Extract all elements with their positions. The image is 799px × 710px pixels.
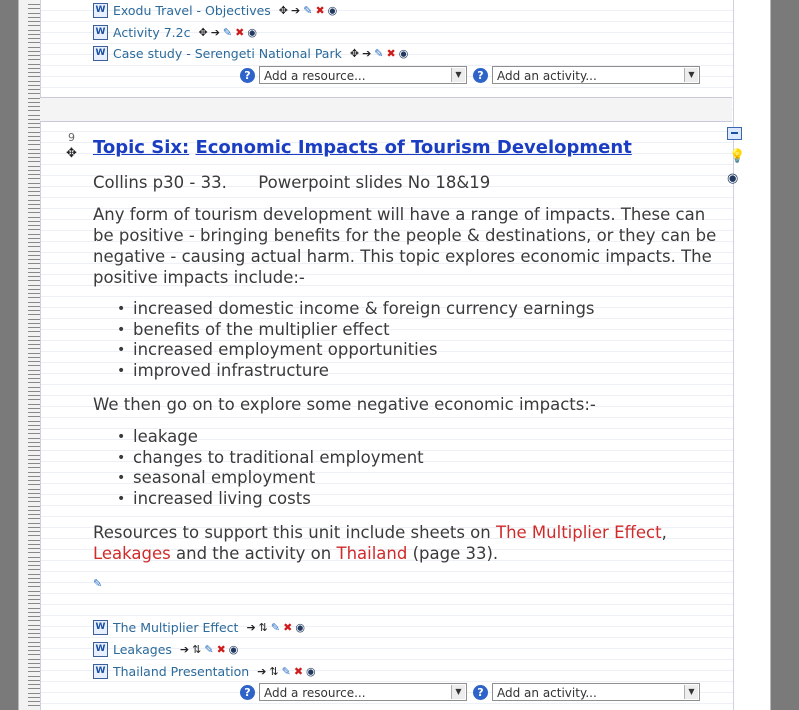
visibility-eye-icon[interactable]: ◉: [399, 47, 409, 60]
help-icon[interactable]: ?: [240, 684, 255, 700]
add-activity-select[interactable]: Add an activity... ▼: [492, 683, 700, 701]
list-item: benefits of the multiplier effect: [115, 320, 595, 341]
list-item: seasonal employment: [115, 468, 424, 489]
resource-actions: ✥ ➔ ✎ ✖ ◉: [198, 26, 256, 39]
resource-item[interactable]: W Thailand Presentation ➔ ⇅ ✎ ✖ ◉: [93, 662, 316, 680]
list-item: improved infrastructure: [115, 361, 595, 382]
negative-impacts-list: leakage changes to traditional employmen…: [115, 427, 424, 510]
visibility-eye-icon[interactable]: ◉: [328, 4, 338, 17]
resource-item[interactable]: W The Multiplier Effect ➔ ⇅ ✎ ✖ ◉: [93, 618, 305, 636]
lightbulb-icon[interactable]: 💡: [729, 149, 745, 164]
list-item: increased domestic income & foreign curr…: [115, 299, 595, 320]
topic-title: Topic Six: Economic Impacts of Tourism D…: [93, 137, 632, 158]
intro-paragraph: Any form of tourism development will hav…: [93, 205, 717, 287]
delete-icon[interactable]: ✖: [217, 643, 226, 656]
resource-link[interactable]: Exodu Travel - Objectives: [113, 3, 271, 18]
leakages-link[interactable]: Leakages: [93, 544, 171, 563]
topic-title-prefix[interactable]: Topic Six:: [93, 137, 189, 158]
resource-item[interactable]: W Exodu Travel - Objectives ✥ ➔ ✎ ✖ ◉: [93, 1, 337, 19]
resource-actions: ✥ ➔ ✎ ✖ ◉: [279, 4, 337, 17]
visibility-eye-icon[interactable]: ◉: [295, 621, 305, 634]
resource-actions: ➔ ⇅ ✎ ✖ ◉: [257, 665, 315, 678]
word-doc-icon: W: [93, 663, 108, 679]
word-doc-icon: W: [93, 24, 108, 40]
list-item: changes to traditional employment: [115, 448, 424, 469]
add-resource-select[interactable]: Add a resource... ▼: [259, 66, 467, 84]
add-controls-top: ? Add a resource... ▼ ? Add an activity.…: [240, 66, 700, 84]
move-icon[interactable]: ⇅: [192, 643, 201, 656]
visibility-eye-icon[interactable]: ◉: [229, 643, 239, 656]
resource-item[interactable]: W Leakages ➔ ⇅ ✎ ✖ ◉: [93, 640, 238, 658]
resources-sentence: Resources to support this unit include s…: [93, 523, 667, 563]
word-doc-icon: W: [93, 619, 108, 635]
edit-icon[interactable]: ✎: [303, 4, 312, 17]
indent-arrow-icon[interactable]: ➔: [362, 47, 371, 60]
edit-icon[interactable]: ✎: [271, 621, 280, 634]
positive-impacts-list: increased domestic income & foreign curr…: [115, 299, 595, 382]
word-doc-icon: W: [93, 45, 108, 61]
word-doc-icon: W: [93, 2, 108, 18]
move-icon[interactable]: ✥: [198, 26, 207, 39]
resource-link[interactable]: Thailand Presentation: [113, 664, 249, 679]
edit-icon[interactable]: ✎: [374, 47, 383, 60]
visibility-eye-icon[interactable]: ◉: [247, 26, 257, 39]
delete-icon[interactable]: ✖: [283, 621, 292, 634]
list-item: leakage: [115, 427, 424, 448]
delete-icon[interactable]: ✖: [315, 4, 324, 17]
add-activity-select[interactable]: Add an activity... ▼: [492, 66, 700, 84]
resource-link[interactable]: Activity 7.2c: [113, 25, 190, 40]
indent-arrow-icon[interactable]: ➔: [180, 643, 189, 656]
indent-arrow-icon[interactable]: ➔: [257, 665, 266, 678]
edit-icon[interactable]: ✎: [223, 26, 232, 39]
visibility-eye-icon[interactable]: ◉: [727, 171, 738, 186]
list-item: increased employment opportunities: [115, 340, 595, 361]
chevron-down-icon: ▼: [451, 685, 465, 699]
list-item: increased living costs: [115, 489, 424, 510]
delete-icon[interactable]: ✖: [294, 665, 303, 678]
indent-arrow-icon[interactable]: ➔: [246, 621, 255, 634]
resource-actions: ✥ ➔ ✎ ✖ ◉: [350, 47, 408, 60]
resource-actions: ➔ ⇅ ✎ ✖ ◉: [180, 643, 238, 656]
resource-item[interactable]: W Case study - Serengeti National Park ✥…: [93, 44, 408, 62]
edit-summary-icon[interactable]: ✎: [93, 577, 102, 590]
chevron-down-icon: ▼: [451, 68, 465, 82]
visibility-eye-icon[interactable]: ◉: [306, 665, 316, 678]
negative-intro: We then go on to explore some negative e…: [93, 395, 596, 414]
delete-icon[interactable]: ✖: [387, 47, 396, 60]
topic-title-link[interactable]: Economic Impacts of Tourism Development: [195, 137, 631, 158]
help-icon[interactable]: ?: [473, 684, 488, 700]
move-icon[interactable]: ⇅: [259, 621, 268, 634]
resource-item[interactable]: W Activity 7.2c ✥ ➔ ✎ ✖ ◉: [93, 23, 257, 41]
move-section-icon[interactable]: ✥: [66, 146, 77, 161]
edit-icon[interactable]: ✎: [282, 665, 291, 678]
add-controls-bottom: ? Add a resource... ▼ ? Add an activity.…: [240, 683, 700, 701]
resource-link[interactable]: Leakages: [113, 642, 172, 657]
section-separator: [40, 97, 732, 122]
help-icon[interactable]: ?: [473, 67, 488, 83]
delete-icon[interactable]: ✖: [235, 26, 244, 39]
chevron-down-icon: ▼: [684, 685, 698, 699]
resource-actions: ➔ ⇅ ✎ ✖ ◉: [246, 621, 304, 634]
indent-arrow-icon[interactable]: ➔: [291, 4, 300, 17]
move-icon[interactable]: ✥: [350, 47, 359, 60]
chevron-down-icon: ▼: [684, 68, 698, 82]
collapse-icon[interactable]: [727, 127, 742, 140]
thailand-link[interactable]: Thailand: [336, 544, 407, 563]
resource-link[interactable]: Case study - Serengeti National Park: [113, 46, 342, 61]
section-number: 9: [68, 131, 75, 144]
add-resource-select[interactable]: Add a resource... ▼: [259, 683, 467, 701]
help-icon[interactable]: ?: [240, 67, 255, 83]
move-icon[interactable]: ✥: [279, 4, 288, 17]
resource-link[interactable]: The Multiplier Effect: [113, 620, 238, 635]
source-line: Collins p30 - 33. Powerpoint slides No 1…: [93, 173, 491, 192]
multiplier-effect-link[interactable]: The Multiplier Effect: [496, 523, 662, 542]
move-icon[interactable]: ⇅: [269, 665, 278, 678]
indent-arrow-icon[interactable]: ➔: [211, 26, 220, 39]
edit-icon[interactable]: ✎: [204, 643, 213, 656]
word-doc-icon: W: [93, 641, 108, 657]
